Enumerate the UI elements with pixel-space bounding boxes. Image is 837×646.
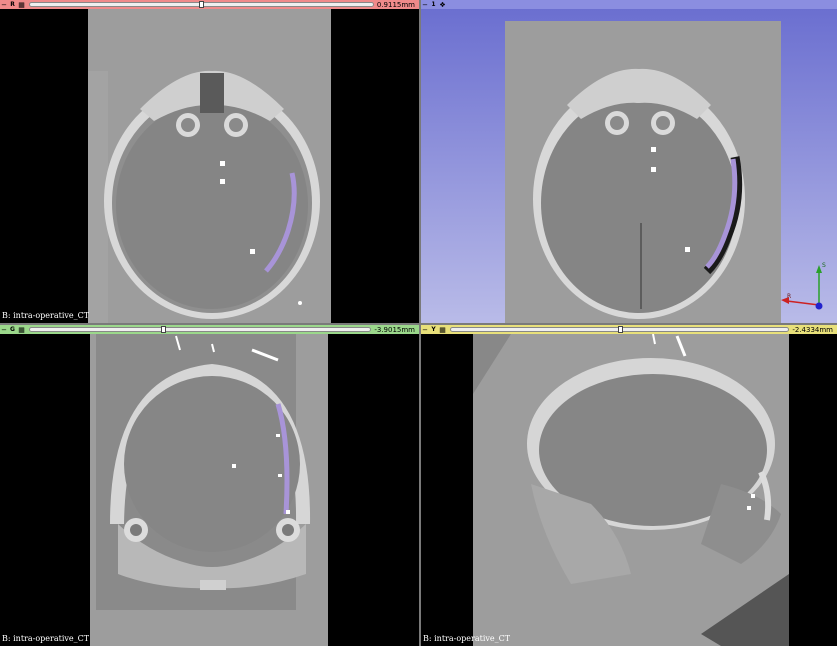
slice-offset-slider[interactable] xyxy=(29,1,374,8)
link-icon[interactable]: ▦ xyxy=(17,0,26,9)
slice-offset-slider[interactable] xyxy=(29,326,372,333)
pin-icon[interactable]: − xyxy=(421,325,429,334)
green-slice-view[interactable]: − G ▦ -3.9015mm B: intra-operative_CT xyxy=(0,325,419,646)
view-tag: R xyxy=(10,1,15,8)
slice-offset-value: 0.9115mm xyxy=(376,0,415,9)
coronal-ct-image xyxy=(0,334,419,646)
pin-icon[interactable]: − xyxy=(0,325,8,334)
yellow-slice-controller: − Y ▦ -2.4334mm xyxy=(421,325,837,334)
volume-label: B: intra-operative_CT xyxy=(2,634,90,643)
yellow-slice-view[interactable]: − Y ▦ -2.4334mm B: intra-operative_CT xyxy=(421,325,837,646)
slider-handle[interactable] xyxy=(199,1,205,8)
slice-offset-slider[interactable] xyxy=(450,326,790,333)
slider-handle[interactable] xyxy=(617,326,623,333)
volume-label: B: intra-operative_CT xyxy=(2,311,90,320)
view-tag: Y xyxy=(431,326,436,333)
threed-view[interactable]: − 1 ❖ S R xyxy=(421,0,837,323)
sagittal-ct-image xyxy=(421,334,837,646)
volume-label: B: intra-operative_CT xyxy=(423,634,511,643)
threed-view-controller: − 1 ❖ xyxy=(421,0,837,9)
axis-label-r: R xyxy=(787,293,791,300)
slice-offset-value: -2.4334mm xyxy=(792,325,833,334)
view-divider-horizontal[interactable] xyxy=(0,323,837,325)
pin-icon[interactable]: − xyxy=(0,0,8,9)
pin-icon[interactable]: − xyxy=(421,0,429,9)
link-icon[interactable]: ❖ xyxy=(438,0,447,9)
link-icon[interactable]: ▦ xyxy=(17,325,26,334)
axis-label-s: S xyxy=(822,262,826,269)
red-slice-controller: − R ▦ 0.9115mm xyxy=(0,0,419,9)
slider-handle[interactable] xyxy=(160,326,166,333)
link-icon[interactable]: ▦ xyxy=(438,325,447,334)
slice-offset-value: -3.9015mm xyxy=(374,325,415,334)
view-tag: 1 xyxy=(431,1,436,8)
green-slice-controller: − G ▦ -3.9015mm xyxy=(0,325,419,334)
axial-ct-image xyxy=(0,9,419,323)
threed-render: S R xyxy=(421,9,837,323)
view-tag: G xyxy=(10,326,15,333)
red-slice-view[interactable]: − R ▦ 0.9115mm B: intra-operative_CT xyxy=(0,0,419,323)
